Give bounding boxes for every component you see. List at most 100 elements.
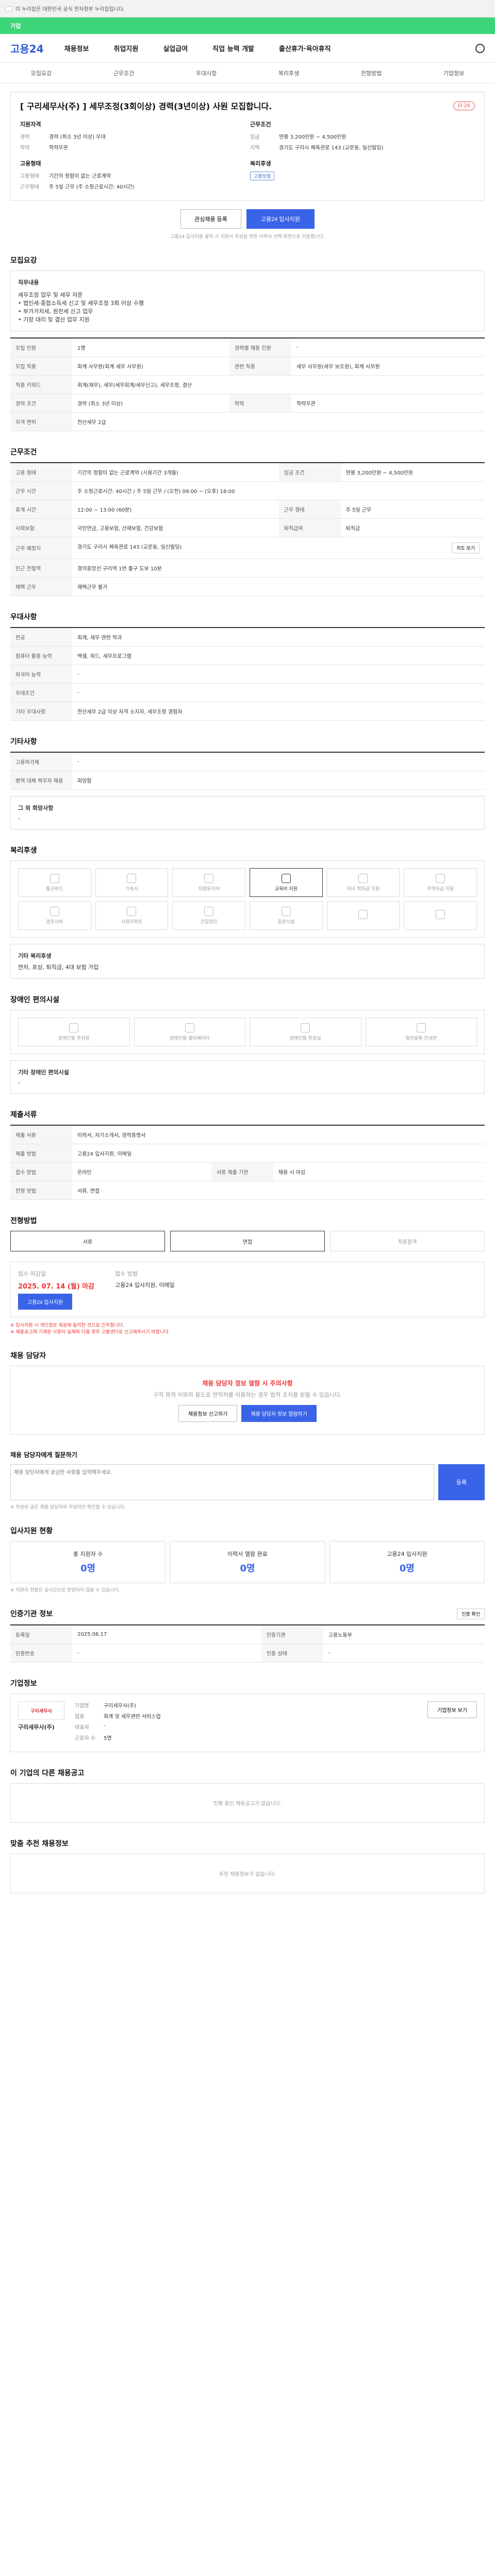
table-row: 우대조건 - <box>10 683 485 702</box>
row-key: 임금 조건 <box>278 463 341 482</box>
row-key: 컴퓨터 활용 능력 <box>10 646 72 665</box>
interest-button[interactable]: 관심채용 등록 <box>180 209 241 229</box>
tab-process[interactable]: 전형방법 <box>361 69 382 77</box>
summary-welfare: 복리후생 고용보험 <box>250 159 475 193</box>
counter-value: 0명 <box>80 1563 96 1574</box>
disability-item: 장애인용 주차장 <box>18 1018 130 1046</box>
row-key: 직종 키워드 <box>10 375 72 394</box>
company-details: 기업명 구리세무사(주) 업종 회계 및 세무관련 서비스업 대표자 - 근로자 수 5… <box>75 1701 417 1744</box>
search-icon[interactable] <box>475 43 485 53</box>
report-button[interactable]: 채용정보 신고하기 <box>178 1405 238 1422</box>
job-title: [ 구리세무사(주) ] 세무조정(3회이상) 경력(3년이상) 사원 모집합니… <box>20 101 272 111</box>
tab-company[interactable]: 기업정보 <box>443 69 464 77</box>
welfare-icon <box>50 873 59 883</box>
row-value: 온라인 <box>72 1162 211 1181</box>
tab-recruit[interactable]: 모집요강 <box>31 69 52 77</box>
table-row: 컴퓨터 활용 능력 엑셀, 워드, 세무프로그램 <box>10 646 485 665</box>
welfare-label: 경조사비 <box>46 919 63 925</box>
qna-note: ※ 작성된 글은 채용 담당자와 작성자만 확인할 수 있습니다. <box>10 1505 126 1510</box>
counter-label: 총 지원자 수 <box>73 1551 103 1557</box>
row-key: 서류 제출 기한 <box>211 1162 273 1181</box>
counter-label: 고용24 입사지원 <box>387 1551 427 1557</box>
korea-flag-icon <box>5 6 12 11</box>
kv-key: 지역 <box>250 145 260 151</box>
company-identity: 구리세무사 구리세무사(주) <box>18 1701 64 1744</box>
table-row: 경력 조건 경력 (최소 3년 이상) 학력 학력무관 <box>10 394 485 413</box>
summary-employment: 고용형태 고용형태 기간의 정함이 없는 근로계약 근무형태 주 5일 근무 (주 … <box>20 159 245 193</box>
duty-line: • 부가가치세, 원천세 신고 업무 <box>18 308 93 315</box>
row-key: 전형 방법 <box>10 1181 72 1200</box>
welfare-label: 교육비 지원 <box>274 886 298 892</box>
method-label: 접수 방법 <box>115 1270 138 1277</box>
kv-value: 주 5일 근무 (주 소정근로시간: 40시간) <box>49 184 135 190</box>
tab-welfare[interactable]: 복리후생 <box>278 69 299 77</box>
row-value: - <box>72 665 485 684</box>
qna-submit-button[interactable]: 등록 <box>438 1464 485 1500</box>
gnb-item[interactable]: 실업급여 <box>163 43 188 53</box>
duty-line: 세무조정 업무 및 세무 자문 <box>18 292 83 298</box>
row-value: 12:00 ~ 13:00 (60분) <box>72 500 279 519</box>
table-row: 휴게 시간 12:00 ~ 13:00 (60분) 근무 형태 주 5일 근무 <box>10 500 485 519</box>
duty-line: • 기장 대리 및 결산 업무 지원 <box>18 316 90 323</box>
apply-button[interactable]: 고용24 입사지원 <box>246 209 315 229</box>
kv-value: 학력무관 <box>49 145 68 151</box>
process-steps: 서류 면접 최종합격 <box>10 1231 485 1251</box>
disability-item: 점자블록·안내판 <box>365 1018 477 1046</box>
row-value: - <box>72 1643 261 1663</box>
gnb-item[interactable]: 출산휴가·육아휴직 <box>279 43 331 53</box>
process-step: 서류 <box>10 1231 165 1251</box>
job-summary-box: [ 구리세무사(주) ] 세무조정(3회이상) 경력(3년이상) 사원 모집합니… <box>10 92 485 201</box>
section-title-prefer: 우대사항 <box>10 613 37 621</box>
row-key: 기타 우대사항 <box>10 702 72 721</box>
kv-key: 대표자 <box>75 1725 89 1731</box>
gnb-item[interactable]: 취업지원 <box>113 43 138 53</box>
row-value: 고용24 입사지원, 이메일 <box>72 1144 485 1163</box>
table-row: 제출 방법 고용24 입사지원, 이메일 <box>10 1144 485 1163</box>
counter-viewed: 이력서 열람 완료 0명 <box>170 1541 325 1583</box>
apply-note: 고용24 입사지원 클릭 시 지원서 작성을 위한 이력서 선택 화면으로 이동… <box>170 234 325 240</box>
row-key: 전공 <box>10 628 72 647</box>
kv-key: 임금 <box>250 134 260 140</box>
section-title-process: 전형방법 <box>10 1217 37 1225</box>
view-contact-button[interactable]: 채용 담당자 정보 열람하기 <box>241 1405 317 1422</box>
kv-value: 구리세무사(주) <box>104 1703 137 1709</box>
company-more-button[interactable]: 기업정보 보기 <box>427 1701 477 1718</box>
section-tabs: 모집요강 근무조건 우대사항 복리후생 전형방법 기업정보 <box>0 63 495 83</box>
global-nav: 채용정보 취업지원 실업급여 직업 능력 개발 출산휴가·육아휴직 <box>64 43 475 53</box>
welfare-label: 통근버스 <box>46 886 63 892</box>
agency-table: 등록일 2025.06.17 인증기관 고용노동부 인증번호 - 인증 상태 - <box>10 1624 485 1663</box>
related-empty: 진행 중인 채용공고가 없습니다. <box>10 1783 485 1823</box>
apply-button-bottom[interactable]: 고용24 입사지원 <box>18 1294 73 1310</box>
gnb-item[interactable]: 채용정보 <box>64 43 89 53</box>
accessibility-icon <box>185 1023 194 1032</box>
disability-item: 장애인용 엘리베이터 <box>134 1018 245 1046</box>
welfare-etc-box: 기타 복리후생 연차, 포상, 퇴직금, 4대 보험 가입 <box>10 944 485 979</box>
welfare-item: 교육비 지원 <box>250 868 323 897</box>
welfare-label: 차량유지비 <box>198 886 220 892</box>
site-logo[interactable]: 고용24 <box>10 41 44 56</box>
table-row: 인근 전철역 경의중앙선 구리역 1번 출구 도보 10분 <box>10 558 485 578</box>
welfare-item: 통근버스 <box>18 868 91 897</box>
section-title-company: 기업정보 <box>10 1680 37 1688</box>
agency-button[interactable]: 인증 확인 <box>457 1608 485 1619</box>
tab-prefer[interactable]: 우대사항 <box>196 69 217 77</box>
kv-key: 고용형태 <box>20 174 39 179</box>
section-title-other: 기타사항 <box>10 738 37 746</box>
welfare-icon <box>204 906 214 916</box>
kv-key: 근로자 수 <box>75 1736 95 1741</box>
agency-header: 인증기관 정보 인증 확인 <box>10 1608 485 1619</box>
kv-value: - <box>104 1723 106 1728</box>
other-table: 고용허가제 - 병역 대체 복무자 채용 희망함 <box>10 752 485 790</box>
contact-text: 구직 목적 이외의 용도로 연락처를 이용하는 경우 법적 조치를 받을 수 있… <box>153 1392 342 1398</box>
tab-work[interactable]: 근무조건 <box>113 69 134 77</box>
gnb-item[interactable]: 직업 능력 개발 <box>212 43 254 53</box>
accessibility-icon <box>416 1023 426 1032</box>
qna-textarea[interactable] <box>10 1464 434 1500</box>
section-title-related: 이 기업의 다른 채용공고 <box>10 1769 85 1777</box>
row-key: 관련 직종 <box>229 357 291 376</box>
table-row: 근무 시간 주 소정근로시간: 40시간 / 주 5일 근무 / (오전) 09:… <box>10 481 485 500</box>
map-button[interactable]: 지도 보기 <box>452 543 480 553</box>
apply-method: 접수 방법 고용24 입사지원, 이메일 <box>115 1269 175 1310</box>
job-summary-grid: 지원자격 경력 경력 (최소 3년 이상) 우대 학력 학력무관 근무조건 임금 연봉… <box>20 120 475 193</box>
row-key: 근무 시간 <box>10 481 72 500</box>
